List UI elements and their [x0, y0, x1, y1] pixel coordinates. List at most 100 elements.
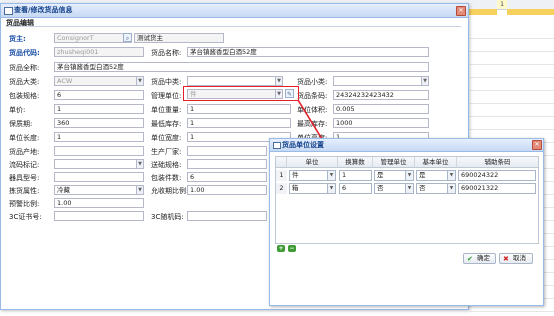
- random-label: 3C随机码:: [151, 213, 184, 221]
- unit-dialog-title: 货品单位设置: [282, 141, 324, 149]
- max-stock-field[interactable]: 1000: [333, 118, 429, 128]
- owner-name-field[interactable]: 测试货主: [134, 33, 224, 43]
- chevron-down-icon[interactable]: ▼: [136, 76, 144, 86]
- chevron-down-icon[interactable]: ▼: [275, 76, 283, 86]
- pack-spec-field[interactable]: 6: [54, 90, 144, 100]
- flow-mark-select[interactable]: [54, 159, 144, 169]
- basic-cell[interactable]: 否 ▼: [416, 183, 456, 194]
- pick-attr-select[interactable]: 冷藏: [54, 185, 144, 195]
- ok-button[interactable]: ✔ 确定: [463, 253, 496, 264]
- forward-label: 送础规格:: [151, 161, 182, 169]
- unit-highlight-box: [183, 86, 299, 101]
- mid-category-label: 货品中类:: [151, 78, 182, 86]
- manage-cell[interactable]: 是 ▼: [374, 170, 414, 181]
- item-name-field[interactable]: 茅台镇酱香型白酒52度: [187, 47, 429, 57]
- chevron-down-icon[interactable]: ▼: [405, 184, 413, 193]
- cert-field[interactable]: [54, 211, 144, 221]
- chevron-down-icon[interactable]: ▼: [447, 184, 455, 193]
- category-label: 货品大类:: [9, 78, 40, 86]
- allow-ratio-label: 允收期比例:: [151, 187, 189, 195]
- unit-volume-field[interactable]: 0.005: [333, 104, 429, 114]
- chevron-down-icon[interactable]: ▼: [136, 159, 144, 169]
- sub-category-select[interactable]: [333, 76, 429, 86]
- close-icon[interactable]: ✕: [532, 140, 542, 150]
- forward-select[interactable]: [187, 159, 267, 169]
- chevron-down-icon[interactable]: ▼: [421, 76, 429, 86]
- cancel-button[interactable]: ✖ 取消: [499, 253, 533, 264]
- box-count-label: 包装件数:: [151, 174, 182, 182]
- close-icon[interactable]: ✕: [456, 6, 466, 16]
- factor-cell[interactable]: 1: [339, 170, 372, 181]
- owner-label: 货主:: [9, 35, 26, 43]
- category-select[interactable]: ACW: [54, 76, 144, 86]
- check-icon: ✔: [467, 255, 473, 263]
- price-field[interactable]: 1: [54, 104, 144, 114]
- full-name-label: 货品全称:: [9, 64, 40, 72]
- mid-category-select[interactable]: [187, 76, 283, 86]
- row-number: 2: [276, 183, 287, 194]
- unit-length-field[interactable]: 1: [54, 132, 144, 142]
- window-icon: [4, 7, 13, 15]
- sub-category-label: 货品小类:: [297, 78, 328, 86]
- window-icon: [273, 142, 281, 149]
- min-stock-label: 最低库存:: [151, 120, 182, 128]
- origin-field[interactable]: [54, 146, 144, 156]
- add-row-icon[interactable]: +: [277, 245, 285, 252]
- shelf-life-field[interactable]: 360: [54, 118, 144, 128]
- shelf-life-label: 保质期:: [9, 120, 33, 128]
- section-divider: [6, 26, 461, 27]
- origin-label: 货品产地:: [9, 148, 40, 156]
- unit-cell-value: 箱: [292, 184, 299, 192]
- chevron-down-icon[interactable]: ▼: [327, 184, 335, 193]
- barcode-cell[interactable]: 690024322: [458, 170, 536, 181]
- row-number: 1: [276, 170, 287, 181]
- unit-cell[interactable]: 件 ▼: [289, 170, 336, 181]
- chevron-down-icon[interactable]: ▼: [136, 185, 144, 195]
- unit-weight-field[interactable]: 1: [187, 104, 291, 114]
- basic-cell-value: 是: [419, 171, 426, 179]
- item-code-field[interactable]: zhusheqi001: [54, 47, 144, 57]
- chevron-down-icon[interactable]: ▼: [405, 171, 413, 180]
- background-page-number: 1: [497, 0, 507, 9]
- unit-cell-value: 件: [292, 171, 299, 179]
- factor-cell[interactable]: 6: [339, 183, 372, 194]
- dialog-titlebar: 查看/修改货品信息 ✕: [1, 4, 468, 18]
- full-name-field[interactable]: 茅台镇酱香型白酒52度: [54, 62, 429, 72]
- grid-header-manage: 管理单位: [373, 157, 415, 168]
- price-label: 单价:: [9, 106, 26, 114]
- warn-ratio-label: 预警比例:: [9, 200, 40, 208]
- box-count-field[interactable]: 6: [187, 172, 267, 182]
- grid-header-factor: 换算数: [338, 157, 373, 168]
- owner-code-field[interactable]: ConsignorT: [54, 33, 132, 43]
- cancel-icon: ✖: [503, 255, 509, 263]
- warn-ratio-field[interactable]: 1.00: [54, 198, 144, 208]
- min-stock-field[interactable]: 1: [187, 118, 291, 128]
- unit-label: 管理单位:: [151, 92, 182, 100]
- allow-ratio-field[interactable]: 1.00: [187, 185, 267, 195]
- unit-width-label: 单位宽度:: [151, 134, 182, 142]
- search-icon[interactable]: ⌕: [123, 33, 132, 42]
- chevron-down-icon[interactable]: ▼: [447, 171, 455, 180]
- cancel-button-label: 取消: [513, 254, 526, 262]
- random-field[interactable]: [187, 211, 267, 221]
- barcode-cell[interactable]: 690021322: [458, 183, 536, 194]
- unit-grid: 单位 换算数 管理单位 基本单位 辅助条码 1 件 ▼ 1 是 ▼ 是 ▼ 69002…: [275, 156, 539, 244]
- unit-settings-dialog: 货品单位设置 ✕ 单位 换算数 管理单位 基本单位 辅助条码 1 件 ▼ 1 是 ▼…: [269, 138, 544, 306]
- basic-cell[interactable]: 是 ▼: [416, 170, 456, 181]
- manufacturer-field[interactable]: [187, 146, 267, 156]
- flow-mark-label: 流码标记:: [9, 161, 40, 169]
- unit-dialog-titlebar: 货品单位设置 ✕: [270, 139, 543, 152]
- barcode-field[interactable]: 24324232423432: [333, 90, 429, 100]
- box-type-field[interactable]: [54, 172, 144, 182]
- unit-weight-label: 单位重量:: [151, 106, 182, 114]
- unit-cell[interactable]: 箱 ▼: [289, 183, 336, 194]
- dialog-title: 查看/修改货品信息: [14, 6, 73, 14]
- background-highlight-strip: [507, 9, 554, 15]
- basic-cell-value: 否: [419, 184, 426, 192]
- chevron-down-icon[interactable]: ▼: [327, 171, 335, 180]
- manage-cell[interactable]: 否 ▼: [374, 183, 414, 194]
- background-highlight-strip: [467, 9, 497, 15]
- remove-row-icon[interactable]: −: [288, 245, 296, 252]
- max-stock-label: 最高库存:: [297, 120, 328, 128]
- manufacturer-label: 生产厂家:: [151, 148, 182, 156]
